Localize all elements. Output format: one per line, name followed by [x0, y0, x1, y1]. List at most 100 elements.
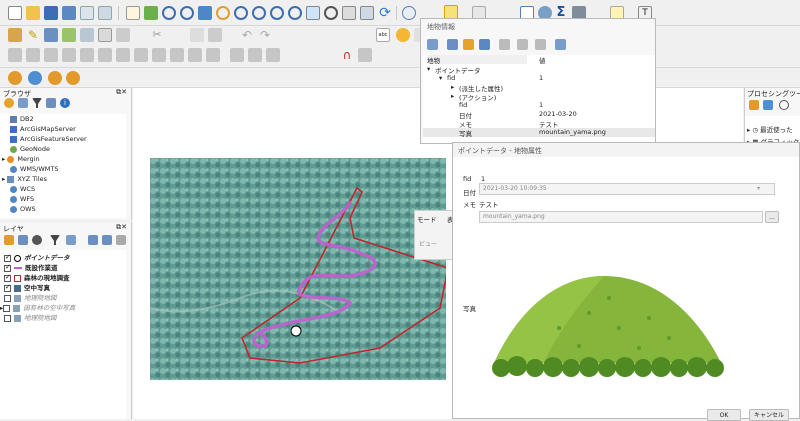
- info-icon[interactable]: i: [60, 98, 70, 108]
- open-folder-icon[interactable]: [26, 6, 40, 20]
- tree-expand-icon[interactable]: ▾: [427, 65, 430, 73]
- python-scripts-icon[interactable]: [763, 100, 773, 110]
- layer-item[interactable]: ▸ 国有林の空中写真: [0, 302, 126, 312]
- mode-tab[interactable]: モード: [417, 214, 437, 224]
- merge-attributes-icon[interactable]: [248, 48, 262, 62]
- layout-manager-icon[interactable]: [98, 6, 112, 20]
- copy-icon[interactable]: [190, 28, 204, 42]
- collapse-all-icon[interactable]: [46, 98, 56, 108]
- pan-to-selection-icon[interactable]: [144, 6, 158, 20]
- save-as-icon[interactable]: [62, 6, 76, 20]
- split-parts-icon[interactable]: [206, 48, 220, 62]
- pan-hand-icon[interactable]: [126, 6, 140, 20]
- browser-item[interactable]: WMS/WMTS: [0, 165, 126, 174]
- vertex-tool-icon[interactable]: [80, 28, 94, 42]
- select-features-icon[interactable]: [444, 5, 458, 19]
- identify-row[interactable]: ▸ (アクション): [423, 92, 655, 102]
- zoom-selection-icon[interactable]: [216, 6, 230, 20]
- view-tab[interactable]: ビュー: [419, 239, 437, 248]
- fill-ring-icon[interactable]: [98, 48, 112, 62]
- layer-item[interactable]: 空中写真: [0, 282, 126, 292]
- bookmark-icon[interactable]: [342, 6, 356, 20]
- tree-expand-icon[interactable]: ▸: [451, 83, 454, 91]
- rotate-feature-icon[interactable]: [26, 48, 40, 62]
- add-feature-icon[interactable]: [62, 28, 76, 42]
- aerial-photo-map[interactable]: [150, 158, 446, 380]
- print-layout-icon[interactable]: [80, 6, 94, 20]
- processing-item[interactable]: ▸ ◷ 最近使った: [745, 124, 800, 134]
- identify-row[interactable]: ▾ ポイントデータ: [423, 65, 655, 75]
- zoom-next-icon[interactable]: [288, 6, 302, 20]
- expand-tree-icon[interactable]: [427, 39, 438, 50]
- browser-panel-controls[interactable]: ⧉✕: [116, 88, 127, 97]
- filter-legend-icon[interactable]: [50, 235, 60, 245]
- redo-icon[interactable]: ↷: [258, 28, 272, 42]
- ok-button[interactable]: OK: [707, 409, 741, 421]
- identify-row[interactable]: fid 1: [423, 101, 655, 110]
- identify-row[interactable]: 写真 mountain_yama.png: [423, 128, 655, 138]
- eye-icon[interactable]: [32, 235, 42, 245]
- browser-item[interactable]: ArcGisMapServer: [0, 125, 126, 134]
- layer-item[interactable]: 森林の現地調査: [0, 272, 126, 282]
- layer-item[interactable]: 既設作業道: [0, 262, 126, 272]
- edits-icon[interactable]: [8, 28, 22, 42]
- label-abc-icon[interactable]: abc: [376, 28, 390, 42]
- filter-icon[interactable]: [32, 98, 42, 108]
- temporal-controller-icon[interactable]: [324, 6, 338, 20]
- cut-icon[interactable]: ✂: [150, 28, 164, 42]
- filter-expression-icon[interactable]: [66, 235, 76, 245]
- models-icon[interactable]: [749, 100, 759, 110]
- browser-item[interactable]: GeoNode: [0, 145, 126, 154]
- photo-path-field[interactable]: mountain_yama.png: [479, 211, 763, 223]
- collapse-tree-icon[interactable]: [447, 39, 458, 50]
- expand-new-icon[interactable]: [463, 39, 474, 50]
- new-project-icon[interactable]: [8, 6, 22, 20]
- undo-icon[interactable]: ↶: [240, 28, 254, 42]
- add-layer-icon[interactable]: [18, 98, 28, 108]
- print-response-icon[interactable]: [517, 39, 528, 50]
- simplify-feature-icon[interactable]: [44, 48, 58, 62]
- browse-button[interactable]: ...: [765, 211, 779, 223]
- zoom-in-icon[interactable]: [162, 6, 176, 20]
- browser-item[interactable]: DB2: [0, 115, 126, 124]
- delete-part-icon[interactable]: [134, 48, 148, 62]
- tree-expand-icon[interactable]: ▾: [439, 74, 442, 82]
- plugin-add-icon[interactable]: [28, 71, 42, 85]
- refresh-icon[interactable]: ⟳: [378, 6, 392, 20]
- browser-item[interactable]: ▸ Mergin: [0, 155, 126, 164]
- add-record-icon[interactable]: [98, 28, 112, 42]
- layer-style-icon[interactable]: [4, 235, 14, 245]
- zoom-last-icon[interactable]: [270, 6, 284, 20]
- browser-item[interactable]: ArcGisFeatureServer: [0, 135, 126, 144]
- identify-settings-icon[interactable]: [555, 39, 566, 50]
- history-clock-icon[interactable]: [779, 100, 789, 110]
- move-down-icon[interactable]: [88, 235, 98, 245]
- calendar-dropdown-icon[interactable]: ▾: [757, 185, 760, 192]
- layer-item[interactable]: 地理院地図: [0, 292, 126, 302]
- identify-row[interactable]: ▸ (派生した属性): [423, 83, 655, 93]
- tree-expand-icon[interactable]: ▸: [451, 92, 454, 100]
- memo-value[interactable]: テスト: [479, 199, 499, 209]
- topology-icon[interactable]: [358, 48, 372, 62]
- layer-item[interactable]: 地理院地図: [0, 312, 126, 322]
- move-up-icon[interactable]: [102, 235, 112, 245]
- identify-row[interactable]: 日付 2021-03-20: [423, 110, 655, 120]
- browser-item[interactable]: OWS: [0, 205, 126, 214]
- add-part-icon[interactable]: [80, 48, 94, 62]
- clear-results-icon[interactable]: [479, 39, 490, 50]
- browser-item[interactable]: ▸ XYZ Tiles: [0, 175, 126, 184]
- identify-row[interactable]: ▾ fid 1: [423, 74, 655, 83]
- identify-features-icon[interactable]: [402, 6, 416, 20]
- date-field[interactable]: 2021-03-20 10:09:35: [479, 183, 775, 195]
- remove-layer-icon[interactable]: [116, 235, 126, 245]
- offset-curve-icon[interactable]: [170, 48, 184, 62]
- identify-mode-icon[interactable]: [535, 39, 546, 50]
- copy-feature-icon[interactable]: [499, 39, 510, 50]
- zoom-out-icon[interactable]: [180, 6, 194, 20]
- advanced-digitizing-icon[interactable]: [8, 48, 22, 62]
- plugin-settings-icon[interactable]: [48, 71, 62, 85]
- layer-item[interactable]: ポイントデータ: [0, 252, 126, 262]
- cancel-button[interactable]: キャンセル: [749, 409, 789, 421]
- magnet-snapping-icon[interactable]: ∩: [340, 48, 354, 62]
- zoom-full-icon[interactable]: [198, 6, 212, 20]
